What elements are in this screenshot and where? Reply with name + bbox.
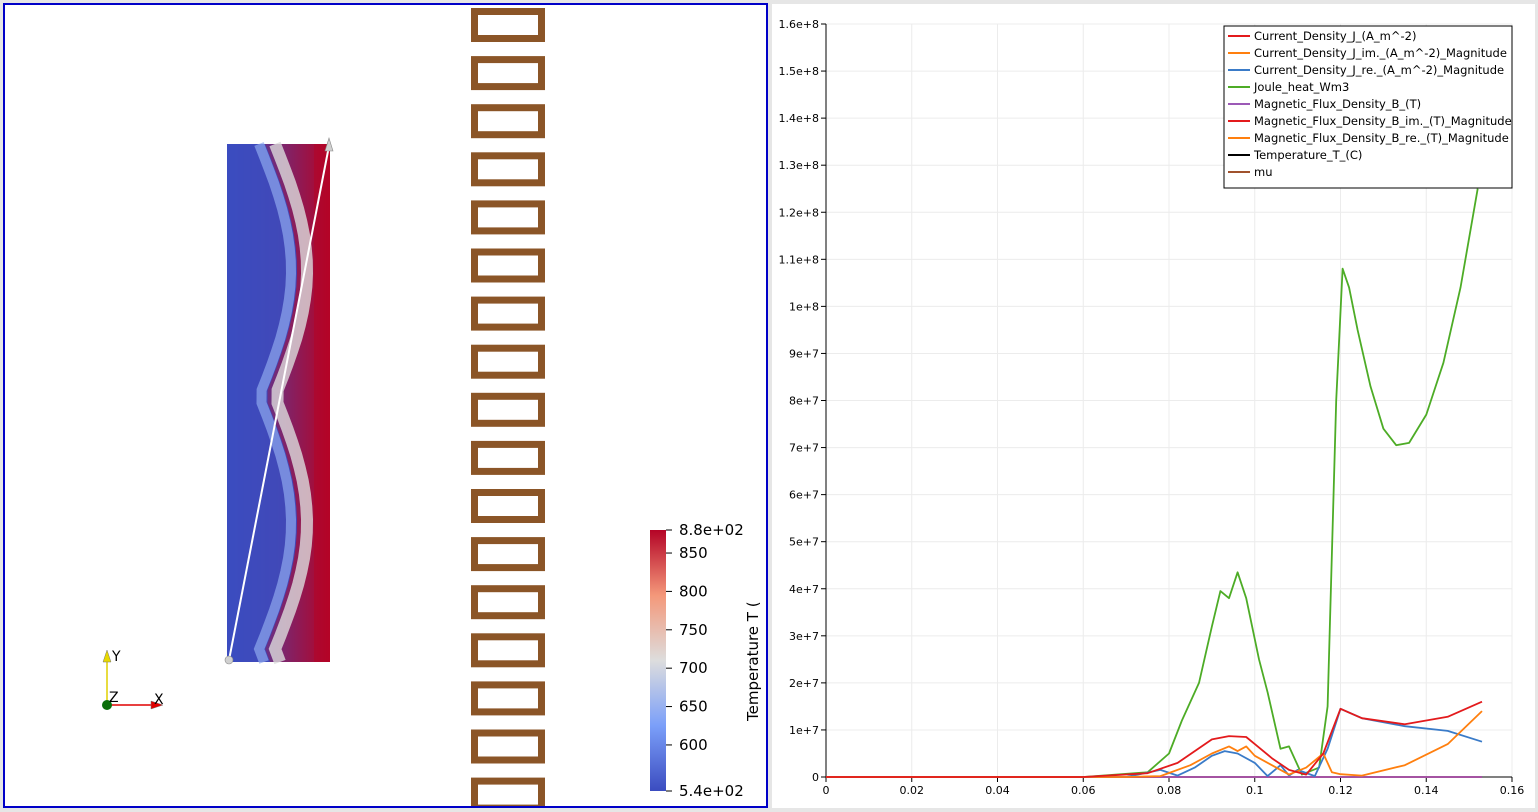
coil-turn	[471, 537, 545, 572]
y-tick-label: 7e+7	[789, 442, 819, 455]
legend-entry[interactable]: Magnetic_Flux_Density_B_(T)	[1228, 97, 1421, 111]
x-axis-label: X	[154, 692, 164, 708]
legend-label: Temperature_T_(C)	[1253, 148, 1362, 162]
coil-turn	[471, 344, 545, 379]
legend-entry[interactable]: Magnetic_Flux_Density_B_re._(T)_Magnitud…	[1228, 131, 1509, 145]
legend-label: Joule_heat_Wm3	[1253, 80, 1349, 94]
colorbar-tick-label: 700	[679, 659, 708, 677]
y-tick-label: 8e+7	[789, 395, 819, 408]
colorbar-title: Temperature T (	[744, 601, 762, 722]
x-tick-label: 0.1	[1246, 784, 1264, 797]
y-tick-label: 0	[812, 771, 819, 784]
coil-turn	[471, 200, 545, 235]
coil-turn	[471, 56, 545, 91]
x-tick-label: 0	[823, 784, 830, 797]
coil-turn	[471, 633, 545, 668]
chart-legend[interactable]: Current_Density_J_(A_m^-2) Current_Densit…	[1223, 25, 1513, 189]
coil-turn	[471, 8, 545, 42]
legend-label: Current_Density_J_re._(A_m^-2)_Magnitude	[1254, 63, 1504, 77]
coil-turn	[471, 489, 545, 523]
x-tick-label: 0.14	[1414, 784, 1439, 797]
slab-hot-edge	[314, 144, 330, 662]
legend-label: Current_Density_J_(A_m^-2)	[1254, 29, 1416, 43]
y-tick-label: 4e+7	[789, 583, 819, 596]
coil-turn	[471, 729, 545, 764]
legend-label: Current_Density_J_im._(A_m^-2)_Magnitude	[1254, 46, 1507, 60]
y-tick-label: 1.1e+8	[779, 253, 819, 266]
y-arrow-head-icon	[102, 649, 112, 663]
y-tick-label: 3e+7	[789, 630, 819, 643]
y-tick-label: 1.6e+8	[779, 18, 819, 31]
series-line-joule-heat-wm3[interactable]	[826, 188, 1479, 778]
y-tick-label: 1e+7	[789, 724, 819, 737]
y-tick-label: 1e+8	[789, 300, 819, 313]
y-tick-label: 9e+7	[789, 347, 819, 360]
y-tick-label: 6e+7	[789, 489, 819, 502]
colorbar-max-label: 8.8e+02	[679, 521, 744, 539]
coil-turn	[471, 585, 545, 620]
colorbar-tick-label: 650	[679, 698, 708, 716]
x-tick-label: 0.02	[900, 784, 925, 797]
legend-label: Magnetic_Flux_Density_B_re._(T)_Magnitud…	[1254, 131, 1509, 145]
coil-turn	[471, 152, 545, 187]
legend-label: Magnetic_Flux_Density_B_(T)	[1254, 97, 1421, 111]
colorbar-min-label: 5.4e+02	[679, 782, 744, 800]
y-tick-label: 1.2e+8	[779, 206, 819, 219]
render-view-3d[interactable]: 8.8e+02 5.4e+02 850 800 750 700 650 600 Tempe…	[3, 3, 768, 808]
colorbar-tick-label: 750	[679, 621, 708, 639]
y-tick-label: 5e+7	[789, 536, 819, 549]
coil-turn	[471, 777, 545, 806]
line-chart-view[interactable]: 0 1e+7 2e+7 3e+7 4e+7 5e+7 6e+7 7e+7 8e+7 9e+7 1e+…	[772, 4, 1535, 808]
legend-entry[interactable]: Current_Density_J_im._(A_m^-2)_Magnitude	[1228, 46, 1507, 60]
y-tick-label: 1.4e+8	[779, 112, 819, 125]
legend-entry[interactable]: Current_Density_J_(A_m^-2)	[1228, 29, 1416, 43]
y-tick-label: 1.5e+8	[779, 65, 819, 78]
legend-label: Magnetic_Flux_Density_B_im._(T)_Magnitud…	[1254, 114, 1512, 128]
x-tick-label: 0.12	[1328, 784, 1353, 797]
x-tick-label: 0.06	[1071, 784, 1096, 797]
z-axis-label: Z	[109, 690, 119, 706]
color-legend: 8.8e+02 5.4e+02 850 800 750 700 650 600 Tempe…	[650, 521, 762, 800]
x-tick-label: 0.16	[1500, 784, 1525, 797]
legend-entry[interactable]: Current_Density_J_re._(A_m^-2)_Magnitude	[1228, 63, 1504, 77]
induction-coil	[471, 8, 545, 806]
colorbar-tick-label: 800	[679, 582, 708, 600]
coil-turn	[471, 440, 545, 475]
coil-turn	[471, 104, 545, 139]
orientation-axes: Y Z X	[102, 649, 164, 710]
legend-entry[interactable]: Magnetic_Flux_Density_B_im._(T)_Magnitud…	[1228, 114, 1512, 128]
x-tick-label: 0.08	[1157, 784, 1182, 797]
coil-turn	[471, 248, 545, 283]
colorbar-tick-label: 850	[679, 544, 708, 562]
coil-turn	[471, 681, 545, 716]
x-tick-label: 0.04	[985, 784, 1010, 797]
colorbar	[650, 530, 666, 791]
y-axis-label: Y	[111, 649, 121, 665]
chart-series[interactable]	[826, 188, 1483, 778]
legend-label: mu	[1254, 165, 1273, 179]
probe-start-handle[interactable]	[224, 655, 234, 665]
colorbar-tick-label: 600	[679, 736, 708, 754]
y-tick-label: 2e+7	[789, 677, 819, 690]
coil-turn	[471, 392, 545, 427]
coil-turn	[471, 296, 545, 331]
y-tick-label: 1.3e+8	[779, 159, 819, 172]
